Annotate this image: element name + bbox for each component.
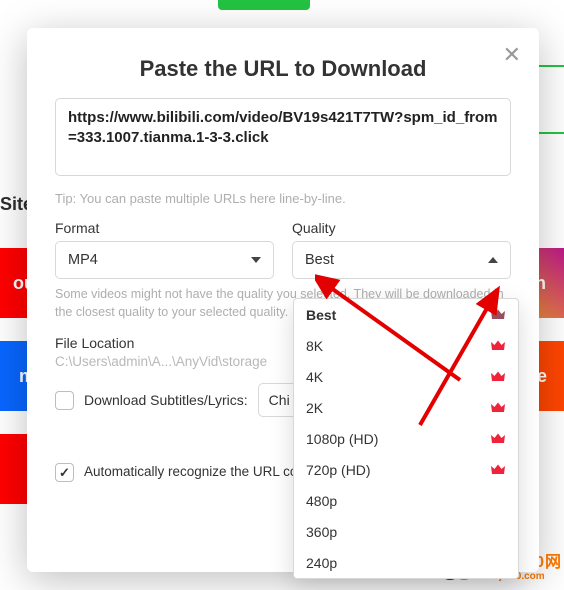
quality-option-1080phd[interactable]: 1080p (HD) bbox=[294, 423, 518, 454]
option-label: 2K bbox=[306, 400, 323, 416]
format-value: MP4 bbox=[68, 252, 98, 268]
quality-option-best[interactable]: Best bbox=[294, 299, 518, 330]
subtitles-label: Download Subtitles/Lyrics: bbox=[84, 392, 248, 408]
option-label: 8K bbox=[306, 338, 323, 354]
tip-text: Tip: You can paste multiple URLs here li… bbox=[55, 191, 511, 206]
crown-icon bbox=[490, 463, 506, 476]
option-label: Best bbox=[306, 307, 336, 323]
quality-option-720phd[interactable]: 720p (HD) bbox=[294, 454, 518, 485]
option-label: 1080p (HD) bbox=[306, 431, 378, 447]
auto-recognize-checkbox[interactable] bbox=[55, 463, 74, 482]
modal-title: Paste the URL to Download bbox=[27, 56, 539, 82]
option-label: 480p bbox=[306, 493, 337, 509]
quality-select[interactable]: Best bbox=[292, 241, 511, 279]
quality-option-360p[interactable]: 360p bbox=[294, 516, 518, 547]
format-select[interactable]: MP4 bbox=[55, 241, 274, 279]
quality-option-8k[interactable]: 8K bbox=[294, 330, 518, 361]
quality-value: Best bbox=[305, 252, 334, 268]
chevron-up-icon bbox=[488, 257, 498, 263]
quality-option-2k[interactable]: 2K bbox=[294, 392, 518, 423]
download-modal: ✕ Paste the URL to Download Tip: You can… bbox=[27, 28, 539, 572]
subtitles-checkbox[interactable] bbox=[55, 391, 74, 410]
quality-option-240p[interactable]: 240p bbox=[294, 547, 518, 578]
crown-icon bbox=[490, 308, 506, 321]
option-label: 240p bbox=[306, 555, 337, 571]
quality-option-4k[interactable]: 4K bbox=[294, 361, 518, 392]
crown-icon bbox=[490, 339, 506, 352]
quality-option-480p[interactable]: 480p bbox=[294, 485, 518, 516]
option-label: 720p (HD) bbox=[306, 462, 371, 478]
option-label: 360p bbox=[306, 524, 337, 540]
option-label: 4K bbox=[306, 369, 323, 385]
chevron-down-icon bbox=[251, 257, 261, 263]
close-icon[interactable]: ✕ bbox=[503, 42, 521, 68]
crown-icon bbox=[490, 370, 506, 383]
crown-icon bbox=[490, 401, 506, 414]
bg-green-button bbox=[218, 0, 310, 10]
crown-icon bbox=[490, 432, 506, 445]
quality-label: Quality bbox=[292, 220, 511, 236]
quality-dropdown: Best 8K 4K 2K 1080p (HD) 720p (HD) 480p 360p 240… bbox=[293, 298, 519, 579]
format-label: Format bbox=[55, 220, 274, 236]
url-input[interactable] bbox=[55, 98, 511, 176]
